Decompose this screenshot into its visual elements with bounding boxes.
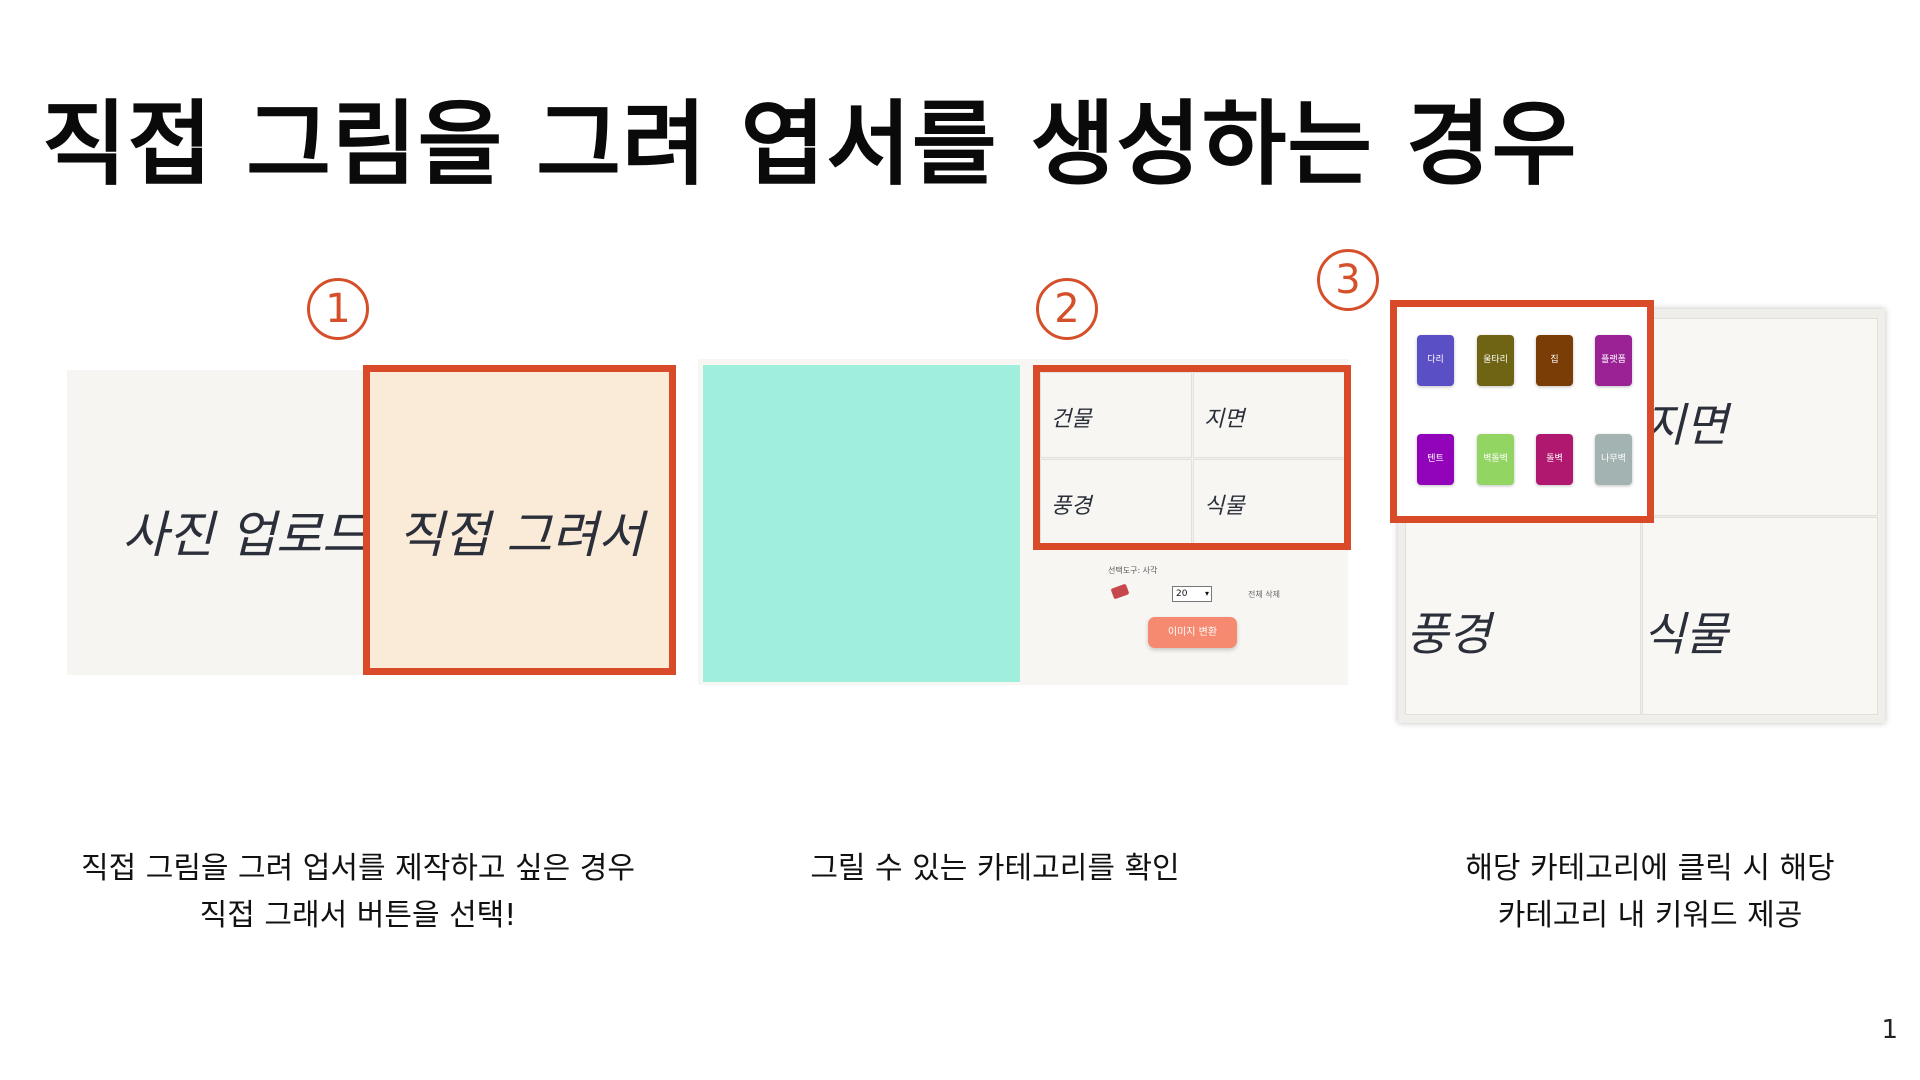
drawing-canvas[interactable] [703,365,1020,682]
category-label: 지면 [1643,398,1728,452]
page-number: 1 [1881,1015,1898,1045]
caption-step-2: 그릴 수 있는 카테고리를 확인 [795,845,1195,892]
caption-line: 직접 그래서 버튼을 선택! [199,898,517,933]
category-landscape[interactable]: 풍경 [1405,517,1641,715]
category-plant[interactable]: 식물 [1642,517,1878,715]
tool-label: 선택도구: 사각 [1108,566,1158,575]
caption-step-3: 해당 카테고리에 클릭 시 해당 카테고리 내 키워드 제공 [1425,845,1875,939]
step-1-marker: 1 [307,278,369,340]
highlight-box-step-1 [363,365,676,675]
category-label: 식물 [1643,607,1728,661]
brush-size-select[interactable]: 20 [1172,586,1212,602]
caption-line: 카테고리 내 키워드 제공 [1497,898,1803,933]
category-label: 풍경 [1406,607,1491,661]
page-title: 직접 그림을 그려 엽서를 생성하는 경우 [42,91,1578,198]
step-3-marker: 3 [1317,249,1379,311]
clear-all-label[interactable]: 전체 삭제 [1248,589,1280,600]
caption-line: 해당 카테고리에 클릭 시 해당 [1465,851,1835,886]
step-2-marker: 2 [1036,278,1098,340]
category-ground[interactable]: 지면 [1642,318,1878,516]
caption-line: 직접 그림을 그려 업서를 제작하고 싶은 경우 [80,851,636,886]
caption-step-1: 직접 그림을 그려 업서를 제작하고 싶은 경우 직접 그래서 버튼을 선택! [58,845,658,939]
highlight-box-step-3 [1390,300,1654,523]
upload-photo-label: 사진 업로드 [122,506,368,564]
caption-line: 그릴 수 있는 카테고리를 확인 [810,851,1180,886]
highlight-box-step-2 [1033,365,1351,550]
convert-image-button[interactable]: 이미지 변환 [1148,617,1237,648]
